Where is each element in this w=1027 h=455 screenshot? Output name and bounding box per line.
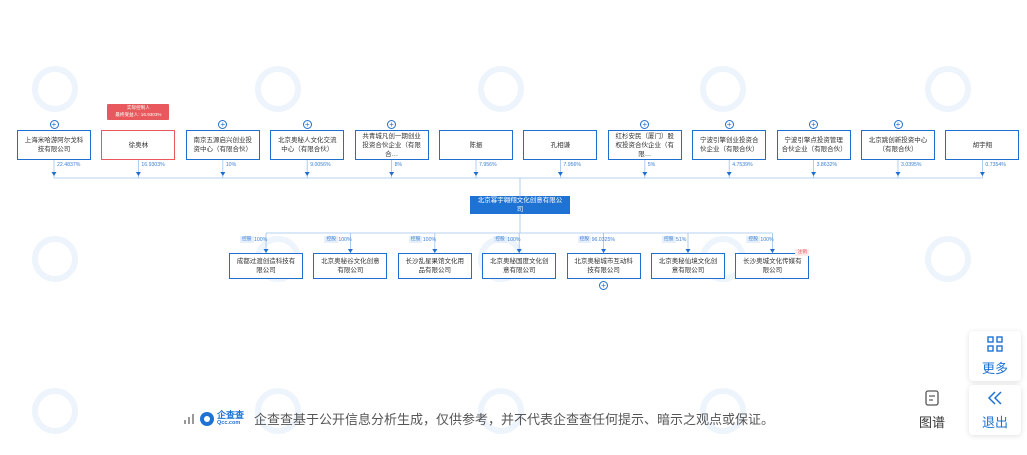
qcc-logo-icon (200, 411, 214, 426)
connector-lines (51, 160, 985, 253)
holding-percent: 100% (422, 237, 437, 243)
map-label: 图谱 (918, 414, 945, 430)
arrow-icon (220, 172, 226, 176)
subsidiary-node[interactable]: 长沙奥城文化传媒有限公司 (735, 253, 810, 279)
subsidiary-node[interactable]: 北京奥秘仙境文化创意有限公司 (651, 253, 725, 279)
holding-percent: 100% (760, 237, 774, 243)
controller-tooltip: 实际控制人 最终受益人: 16.9303% (107, 104, 170, 120)
holding-tag: 控股 (324, 236, 338, 243)
share-percent: 4.7539% (732, 162, 753, 168)
expand-icon[interactable]: + (302, 120, 312, 129)
holding-percent: 96.0325% (591, 237, 615, 243)
arrow-icon (811, 172, 817, 176)
holding-tag: 控股 (408, 236, 423, 243)
shareholder-node[interactable]: 孔相谦 (523, 130, 598, 160)
logo-brand: 企查查 (217, 410, 245, 420)
share-percent: 7.956% (479, 162, 497, 168)
equity-graph: 上海米哈游阿尔戈科技有限公司 +22.4837% 徐奥林 16.9303% 南京五源启兴… (0, 0, 1027, 455)
expand-icon[interactable]: + (49, 120, 59, 129)
logo-domain: Qcc.com (217, 420, 241, 426)
arrow-icon (304, 172, 310, 176)
main-company-node[interactable]: 北京幂宇翱翔文化创意有限公司 (470, 196, 570, 214)
arrow-icon (51, 172, 57, 176)
shareholder-node[interactable]: 红杉安民（厦门）股权投资合伙企业（有限… (607, 130, 682, 160)
share-percent: 0.7354% (985, 162, 1006, 168)
footer-disclaimer: 企查查 Qcc.com 企查查基于公开信息分析生成，仅供参考，并不代表企查查任何… (184, 409, 774, 428)
holding-tag: 控股 (493, 236, 507, 243)
share-percent: 10% (225, 162, 237, 168)
shareholder-node[interactable]: 北京奥秘人文化交流中心（有限合伙） (270, 130, 345, 160)
share-percent: 16.9303% (141, 162, 165, 168)
shareholder-node[interactable]: 北京跳创新投资中心（有限合伙） (861, 130, 935, 160)
share-percent: 3.8632% (816, 162, 838, 168)
expand-icon[interactable]: + (724, 120, 734, 129)
share-percent: 5% (647, 162, 656, 168)
share-percent: 7.956% (563, 162, 581, 168)
back-button[interactable]: 退出 (969, 385, 1021, 435)
holding-percent: 51% (676, 237, 687, 243)
shareholder-node[interactable]: 陈振 (439, 130, 513, 160)
shareholder-node[interactable]: 上海米哈游阿尔戈科技有限公司 (17, 130, 91, 160)
more-label: 更多 (981, 360, 1008, 376)
holding-percent: 100% (338, 237, 352, 243)
cancelled-badge: 注销 (795, 249, 809, 256)
holding-tag: 控股 (746, 236, 760, 243)
arrow-icon (895, 172, 901, 176)
subsidiary-node[interactable]: 成都过渡创造科技有限公司 (229, 253, 303, 279)
shareholder-node[interactable]: 宁波引擎点投资管理合伙企业（有限合伙） (776, 130, 851, 160)
shareholder-node[interactable]: 徐奥林 (101, 130, 176, 160)
arrow-icon (979, 172, 985, 176)
arrow-icon (473, 172, 479, 176)
double-chevron-left-icon (987, 390, 1003, 410)
signal-bars-icon (184, 413, 194, 424)
subsidiary-node[interactable]: 北京奥秘谷文化创意有限公司 (313, 253, 388, 279)
shareholder-node[interactable]: 宁波引擎创业投资合伙企业（有限合伙） (692, 130, 767, 160)
shareholder-node[interactable]: 胡宇翔 (945, 130, 1020, 160)
shareholder-node[interactable]: 共青城凡创一期创业投资合伙企业（有限合… (354, 130, 429, 160)
arrow-icon (557, 172, 563, 176)
holding-percent: 100% (254, 237, 268, 243)
share-percent: 8% (394, 162, 403, 168)
map-button[interactable]: 图谱 (906, 385, 958, 435)
holding-tag: 控股 (240, 236, 254, 243)
arrow-icon (642, 172, 648, 176)
holding-percent: 100% (507, 237, 521, 243)
subsidiary-node[interactable]: 北京奥秘城市互动科技有限公司 (566, 253, 641, 279)
shareholder-node[interactable]: 南京五源启兴创业投资中心（有限合伙） (185, 130, 260, 160)
subsidiary-node[interactable]: 长沙乱星果馆文化用品有限公司 (397, 253, 472, 279)
disclaimer-text: 企查查基于公开信息分析生成，仅供参考，并不代表企查查任何提示、暗示之观点或保证。 (254, 412, 775, 427)
arrow-icon (389, 172, 395, 176)
more-button[interactable]: 更多 (969, 331, 1021, 381)
arrow-icon (135, 172, 141, 176)
map-icon (924, 389, 940, 410)
share-percent: 3.0395% (901, 162, 922, 168)
subsidiary-node[interactable]: 北京奥秘国度文化创意有限公司 (482, 253, 557, 279)
expand-icon[interactable]: + (893, 120, 903, 129)
back-label: 退出 (981, 414, 1008, 430)
share-percent: 9.0056% (310, 162, 331, 168)
holding-tag: 控股 (577, 236, 592, 243)
arrow-icon (726, 172, 732, 176)
share-percent: 22.4837% (57, 162, 81, 168)
qcc-logo: 企查查 Qcc.com (217, 410, 254, 427)
holding-tag: 控股 (662, 236, 676, 243)
grid-icon (987, 335, 1003, 356)
